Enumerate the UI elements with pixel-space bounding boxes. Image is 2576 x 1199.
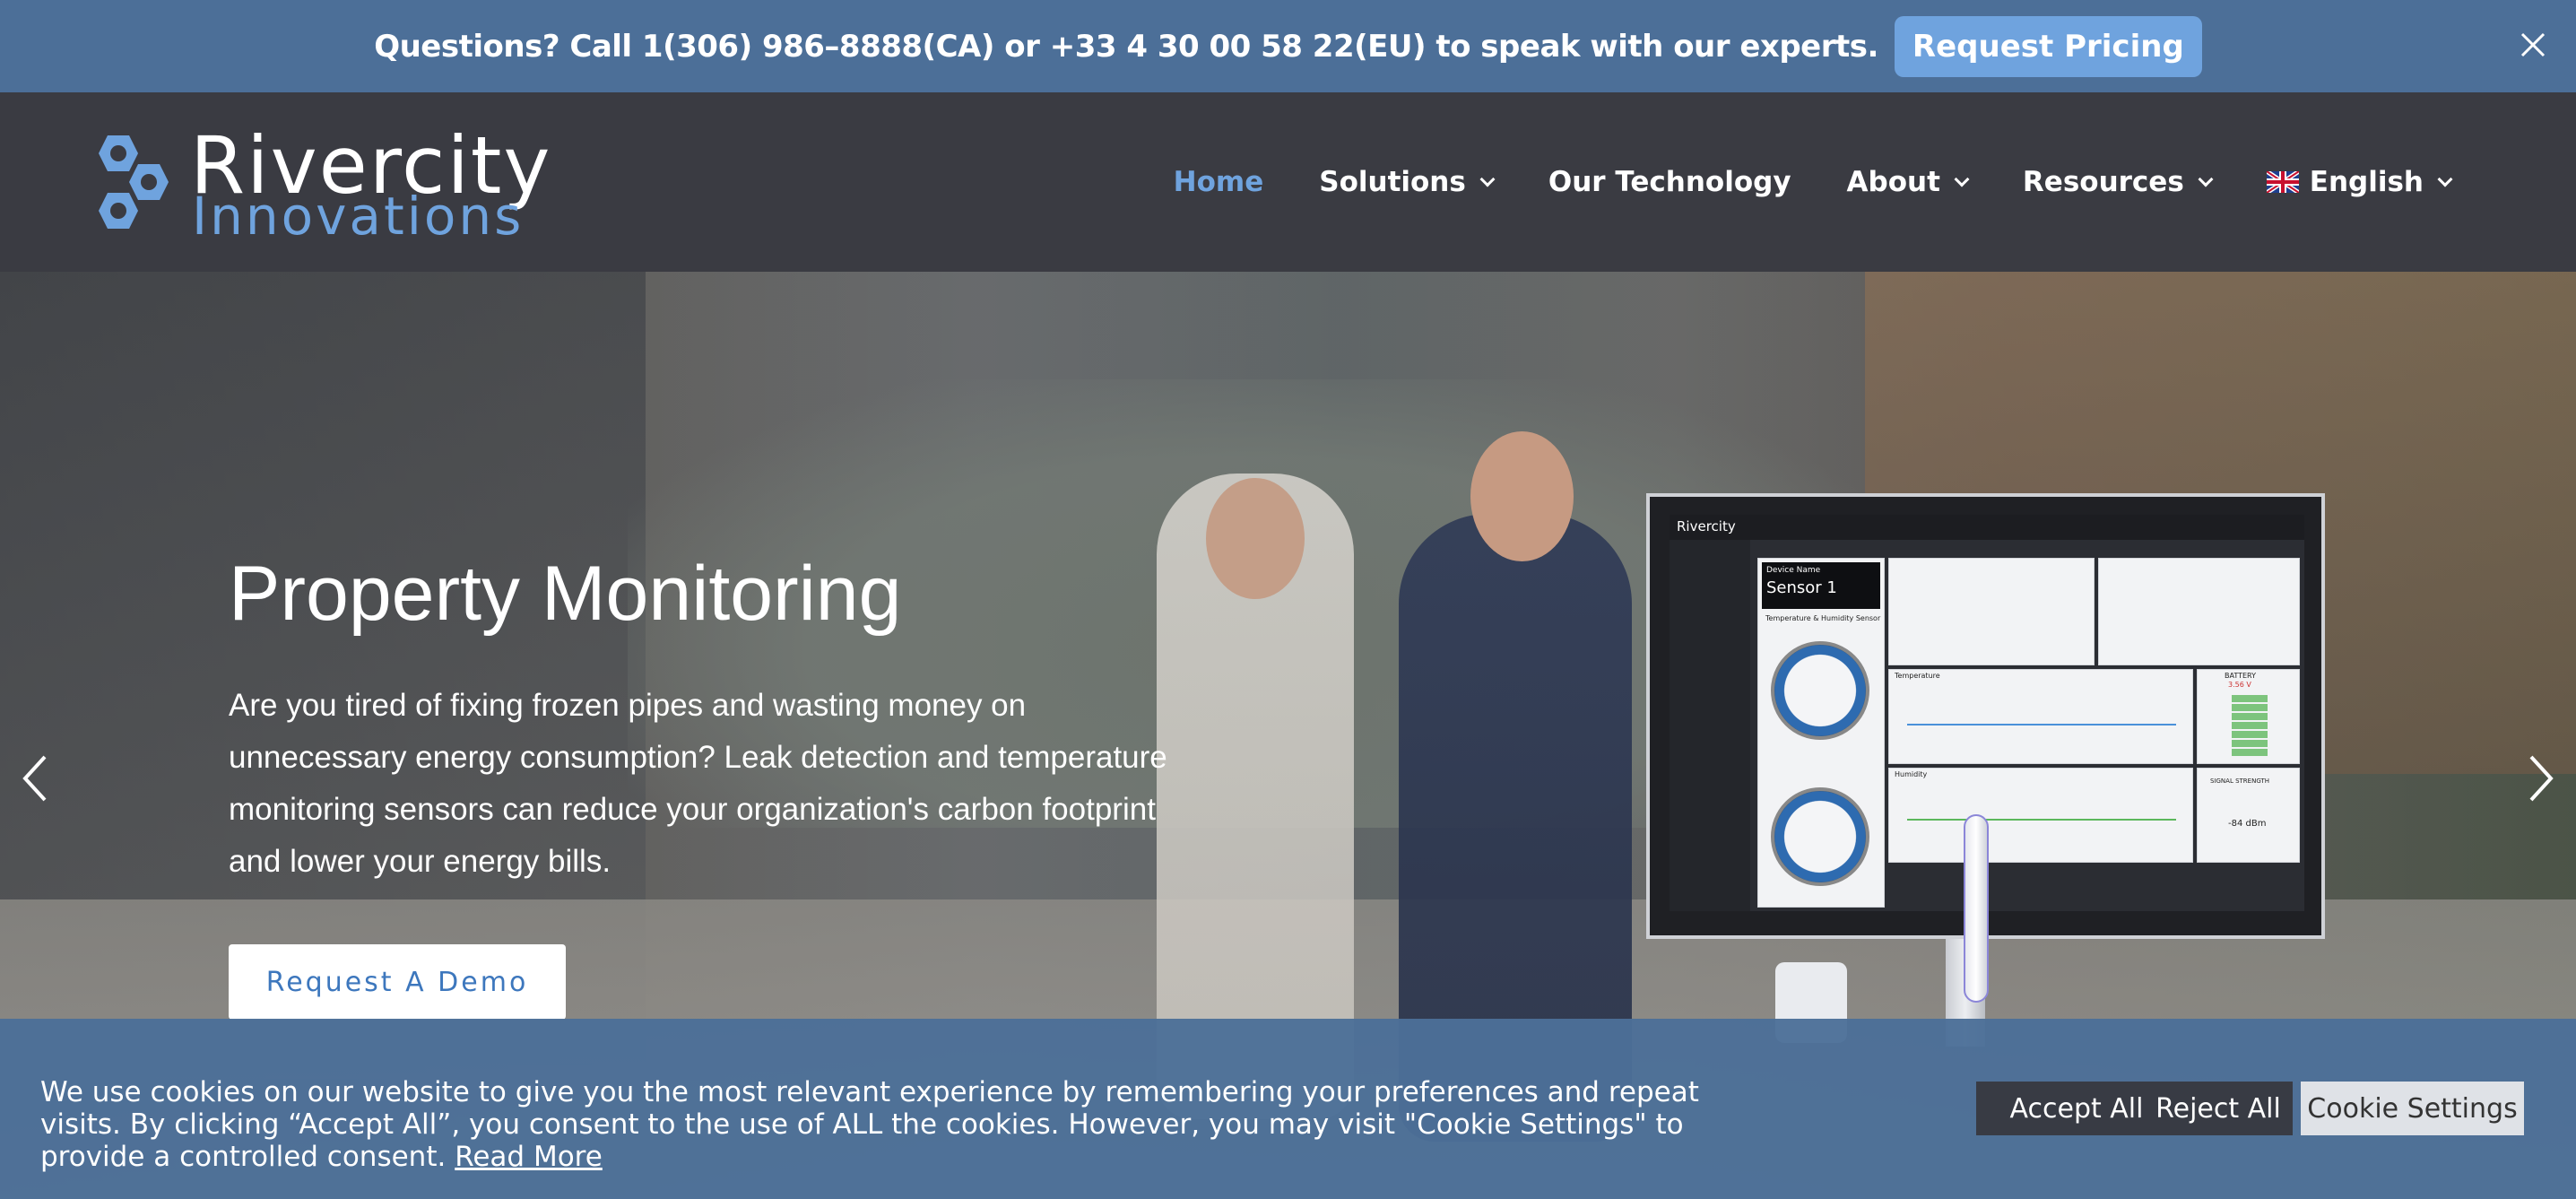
- dashboard-humidity-chart: Humidity: [1888, 768, 2193, 863]
- hero-description: Are you tired of fixing frozen pipes and…: [229, 688, 1167, 879]
- chevron-down-icon: [1479, 171, 1496, 187]
- chevron-down-icon: [2198, 171, 2214, 187]
- nav-resources[interactable]: Resources: [2022, 166, 2214, 198]
- announcement-text: Questions? Call 1(306) 986–8888(CA) or +…: [374, 28, 1878, 65]
- battery-level-bars: [2232, 695, 2268, 758]
- nav-solutions-label: Solutions: [1319, 166, 1466, 198]
- nav-about-label: About: [1846, 166, 1940, 198]
- request-demo-button[interactable]: Request A Demo: [229, 944, 566, 1020]
- temperature-gauge: [1771, 641, 1869, 740]
- nav-about[interactable]: About: [1846, 166, 1970, 198]
- battery-value: 3.56 V: [2228, 681, 2251, 689]
- sensor-type-label: Temperature & Humidity Sensor: [1765, 614, 1881, 622]
- dashboard-brand: Rivercity: [1677, 518, 1736, 534]
- hero-person-woman-head: [1206, 478, 1305, 599]
- dashboard-sidebar: [1670, 540, 1750, 911]
- nav-solutions[interactable]: Solutions: [1319, 166, 1496, 198]
- reject-all-button[interactable]: Reject All: [2144, 1082, 2293, 1135]
- humidity-chart-label: Humidity: [1895, 770, 1928, 778]
- temperature-series-line: [1907, 724, 2176, 725]
- hero-title: Property Monitoring: [229, 551, 902, 637]
- close-icon[interactable]: [2515, 27, 2551, 63]
- nav-home-label: Home: [1173, 166, 1264, 198]
- chevron-down-icon: [1954, 171, 1970, 187]
- device-name-label: Device Name: [1766, 566, 1821, 575]
- site-header: Rivercity Innovations Home Solutions Our…: [0, 92, 2576, 272]
- announcement-bar: Questions? Call 1(306) 986–8888(CA) or +…: [0, 0, 2576, 92]
- humidity-series-line: [1907, 819, 2176, 821]
- dashboard-device-card: Device Name Sensor 1: [1762, 562, 1880, 609]
- dashboard-topbar: Rivercity: [1670, 515, 2304, 540]
- dashboard-device-panel: Device Name Sensor 1 Temperature & Humid…: [1757, 558, 1885, 908]
- dashboard-temperature-chart: Temperature: [1888, 669, 2193, 764]
- gateway-antenna: [1964, 814, 1989, 1003]
- cookie-message-text: We use cookies on our website to give yo…: [40, 1076, 1699, 1173]
- signal-label: SIGNAL STRENGTH: [2210, 778, 2270, 785]
- site-logo[interactable]: Rivercity Innovations: [82, 119, 550, 247]
- logo-mark-icon: [99, 135, 169, 229]
- cookie-consent-bar: We use cookies on our website to give yo…: [0, 1019, 2576, 1199]
- temperature-chart-label: Temperature: [1895, 672, 1940, 680]
- cookie-settings-button[interactable]: Cookie Settings: [2301, 1082, 2524, 1135]
- request-pricing-button[interactable]: Request Pricing: [1894, 15, 2202, 77]
- dashboard-signal-widget: SIGNAL STRENGTH -84 dBm: [2197, 768, 2300, 863]
- chevron-left-icon[interactable]: [18, 752, 50, 805]
- read-more-link[interactable]: Read More: [455, 1141, 603, 1173]
- dashboard-battery-widget: BATTERY 3.56 V: [2197, 669, 2300, 764]
- chevron-right-icon[interactable]: [2526, 752, 2558, 805]
- battery-label: BATTERY: [2225, 672, 2256, 680]
- device-name-value: Sensor 1: [1766, 578, 1837, 597]
- uk-flag-icon: [2266, 171, 2299, 193]
- dashboard-alarms-table: [2098, 558, 2300, 665]
- nav-our-technology[interactable]: Our Technology: [1548, 166, 1791, 198]
- nav-language-label: English: [2309, 166, 2424, 198]
- dashboard-history-table: [1888, 558, 2095, 665]
- chevron-down-icon: [2437, 171, 2453, 187]
- humidity-gauge: [1771, 787, 1869, 886]
- cookie-message: We use cookies on our website to give yo…: [40, 1076, 1771, 1173]
- nav-our-technology-label: Our Technology: [1548, 166, 1791, 198]
- logo-wordmark-secondary: Innovations: [192, 186, 525, 247]
- hero-person-man-head: [1470, 431, 1574, 561]
- nav-home[interactable]: Home: [1174, 166, 1264, 198]
- signal-value: -84 dBm: [2228, 819, 2267, 829]
- main-nav: Home Solutions Our Technology About Reso…: [1118, 92, 2453, 272]
- nav-language[interactable]: English: [2266, 166, 2453, 198]
- nav-resources-label: Resources: [2022, 166, 2184, 198]
